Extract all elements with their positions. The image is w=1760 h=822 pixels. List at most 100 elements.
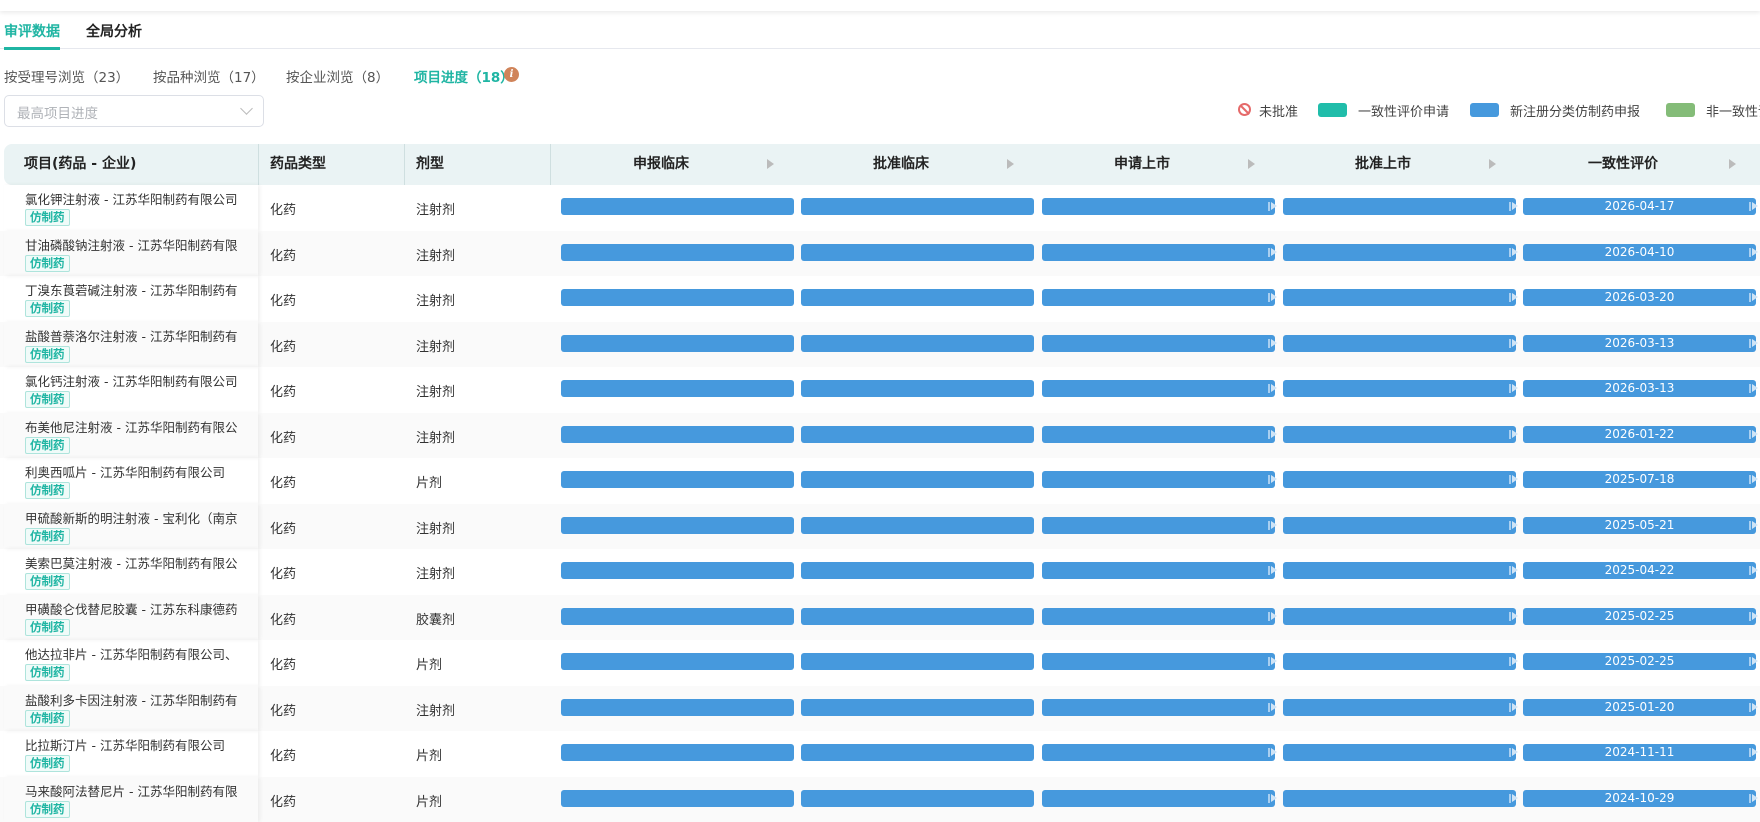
table-row[interactable]: 氯化钾注射液 - 江苏华阳制药有限公司仿制药化药注射剂2026-04-17: [0, 185, 1760, 231]
stage-bar[interactable]: [1283, 517, 1516, 534]
stage-bar[interactable]: [1042, 289, 1275, 306]
table-row[interactable]: 盐酸利多卡因注射液 - 江苏华阳制药有仿制药化药注射剂2025-01-20: [0, 686, 1760, 732]
stage-bar[interactable]: [1283, 744, 1516, 761]
stage-bar[interactable]: 2025-02-25: [1523, 653, 1756, 670]
subtab-by-variety[interactable]: 按品种浏览（17）: [153, 66, 265, 86]
stage-bar[interactable]: [1042, 608, 1275, 625]
subtab-by-acceptance-no[interactable]: 按受理号浏览（23）: [4, 66, 129, 86]
stage-bar[interactable]: [1042, 517, 1275, 534]
stage-bar[interactable]: [1042, 335, 1275, 352]
stage-bar[interactable]: [1042, 790, 1275, 807]
stage-bar[interactable]: [801, 562, 1034, 579]
table-row[interactable]: 布美他尼注射液 - 江苏华阳制药有限公仿制药化药注射剂2026-01-22: [0, 413, 1760, 459]
project-name[interactable]: 甘油磷酸钠注射液 - 江苏华阳制药有限: [25, 235, 243, 254]
project-name[interactable]: 美索巴莫注射液 - 江苏华阳制药有限公: [25, 553, 243, 572]
stage-bar[interactable]: 2024-11-11: [1523, 744, 1756, 761]
project-name[interactable]: 甲磺酸仑伐替尼胶囊 - 江苏东科康德药: [25, 599, 243, 618]
tab-global-analysis[interactable]: 全局分析: [86, 21, 142, 41]
stage-bar[interactable]: 2026-03-13: [1523, 380, 1756, 397]
stage-bar[interactable]: [561, 744, 794, 761]
table-row[interactable]: 氯化钙注射液 - 江苏华阳制药有限公司仿制药化药注射剂2026-03-13: [0, 367, 1760, 413]
stage-bar[interactable]: 2024-10-29: [1523, 790, 1756, 807]
project-name[interactable]: 布美他尼注射液 - 江苏华阳制药有限公: [25, 417, 243, 436]
stage-bar[interactable]: [1042, 380, 1275, 397]
stage-bar[interactable]: 2025-02-25: [1523, 608, 1756, 625]
table-row[interactable]: 甘油磷酸钠注射液 - 江苏华阳制药有限仿制药化药注射剂2026-04-10: [0, 231, 1760, 277]
table-row[interactable]: 美索巴莫注射液 - 江苏华阳制药有限公仿制药化药注射剂2025-04-22: [0, 549, 1760, 595]
stage-bar[interactable]: [561, 471, 794, 488]
stage-bar[interactable]: [801, 744, 1034, 761]
stage-bar[interactable]: 2025-07-18: [1523, 471, 1756, 488]
stage-bar[interactable]: [1042, 198, 1275, 215]
stage-bar[interactable]: [801, 426, 1034, 443]
stage-bar[interactable]: [801, 699, 1034, 716]
stage-bar[interactable]: [801, 653, 1034, 670]
stage-bar[interactable]: 2026-01-22: [1523, 426, 1756, 443]
stage-bar[interactable]: [1283, 244, 1516, 261]
stage-bar[interactable]: 2025-01-20: [1523, 699, 1756, 716]
project-name[interactable]: 氯化钙注射液 - 江苏华阳制药有限公司: [25, 371, 243, 390]
stage-bar[interactable]: [561, 289, 794, 306]
stage-bar[interactable]: [561, 335, 794, 352]
stage-bar[interactable]: [801, 380, 1034, 397]
stage-bar[interactable]: [1283, 790, 1516, 807]
stage-bar[interactable]: [1283, 699, 1516, 716]
stage-bar[interactable]: [561, 608, 794, 625]
stage-bar[interactable]: [1283, 198, 1516, 215]
table-row[interactable]: 利奥西呱片 - 江苏华阳制药有限公司仿制药化药片剂2025-07-18: [0, 458, 1760, 504]
stage-bar[interactable]: [1042, 699, 1275, 716]
subtab-project-progress[interactable]: 项目进度（18）: [414, 66, 514, 86]
table-row[interactable]: 他达拉非片 - 江苏华阳制药有限公司、仿制药化药片剂2025-02-25: [0, 640, 1760, 686]
stage-bar[interactable]: [1042, 471, 1275, 488]
project-name[interactable]: 甲硫酸新斯的明注射液 - 宝利化（南京: [25, 508, 243, 527]
stage-bar[interactable]: [1283, 335, 1516, 352]
table-row[interactable]: 盐酸普萘洛尔注射液 - 江苏华阳制药有仿制药化药注射剂2026-03-13: [0, 322, 1760, 368]
stage-bar[interactable]: [561, 562, 794, 579]
stage-bar[interactable]: [561, 517, 794, 534]
stage-bar[interactable]: [801, 335, 1034, 352]
stage-bar[interactable]: [561, 426, 794, 443]
stage-bar[interactable]: [1283, 289, 1516, 306]
project-name[interactable]: 氯化钾注射液 - 江苏华阳制药有限公司: [25, 189, 243, 208]
stage-bar[interactable]: [801, 289, 1034, 306]
project-name[interactable]: 丁溴东莨菪碱注射液 - 江苏华阳制药有: [25, 280, 243, 299]
stage-bar[interactable]: [1283, 653, 1516, 670]
stage-bar[interactable]: [1042, 744, 1275, 761]
project-name[interactable]: 他达拉非片 - 江苏华阳制药有限公司、: [25, 644, 243, 663]
table-row[interactable]: 比拉斯汀片 - 江苏华阳制药有限公司仿制药化药片剂2024-11-11: [0, 731, 1760, 777]
stage-bar[interactable]: [1042, 244, 1275, 261]
project-name[interactable]: 利奥西呱片 - 江苏华阳制药有限公司: [25, 462, 243, 481]
stage-bar[interactable]: [561, 653, 794, 670]
stage-bar[interactable]: [561, 244, 794, 261]
project-name[interactable]: 马来酸阿法替尼片 - 江苏华阳制药有限: [25, 781, 243, 800]
stage-bar[interactable]: [561, 699, 794, 716]
stage-bar[interactable]: [1283, 562, 1516, 579]
stage-bar[interactable]: [561, 380, 794, 397]
project-name[interactable]: 盐酸利多卡因注射液 - 江苏华阳制药有: [25, 690, 243, 709]
stage-bar[interactable]: [1042, 653, 1275, 670]
progress-filter-select[interactable]: 最高项目进度: [4, 95, 264, 127]
stage-bar[interactable]: [801, 198, 1034, 215]
project-name[interactable]: 盐酸普萘洛尔注射液 - 江苏华阳制药有: [25, 326, 243, 345]
table-row[interactable]: 丁溴东莨菪碱注射液 - 江苏华阳制药有仿制药化药注射剂2026-03-20: [0, 276, 1760, 322]
stage-bar[interactable]: [801, 790, 1034, 807]
table-row[interactable]: 马来酸阿法替尼片 - 江苏华阳制药有限仿制药化药片剂2024-10-29: [0, 777, 1760, 822]
stage-bar[interactable]: [1042, 562, 1275, 579]
stage-bar[interactable]: [1283, 471, 1516, 488]
stage-bar[interactable]: [801, 244, 1034, 261]
stage-bar[interactable]: [801, 471, 1034, 488]
stage-bar[interactable]: [1283, 608, 1516, 625]
stage-bar[interactable]: 2025-04-22: [1523, 562, 1756, 579]
stage-bar[interactable]: [1042, 426, 1275, 443]
stage-bar[interactable]: [801, 608, 1034, 625]
stage-bar[interactable]: [1283, 426, 1516, 443]
stage-bar[interactable]: 2025-05-21: [1523, 517, 1756, 534]
stage-bar[interactable]: [561, 790, 794, 807]
stage-bar[interactable]: 2026-03-13: [1523, 335, 1756, 352]
info-icon[interactable]: i: [504, 67, 519, 82]
tab-review-data[interactable]: 审评数据: [4, 21, 60, 41]
stage-bar[interactable]: 2026-04-10: [1523, 244, 1756, 261]
stage-bar[interactable]: [561, 198, 794, 215]
table-row[interactable]: 甲磺酸仑伐替尼胶囊 - 江苏东科康德药仿制药化药胶囊剂2025-02-25: [0, 595, 1760, 641]
subtab-by-company[interactable]: 按企业浏览（8）: [286, 66, 389, 86]
